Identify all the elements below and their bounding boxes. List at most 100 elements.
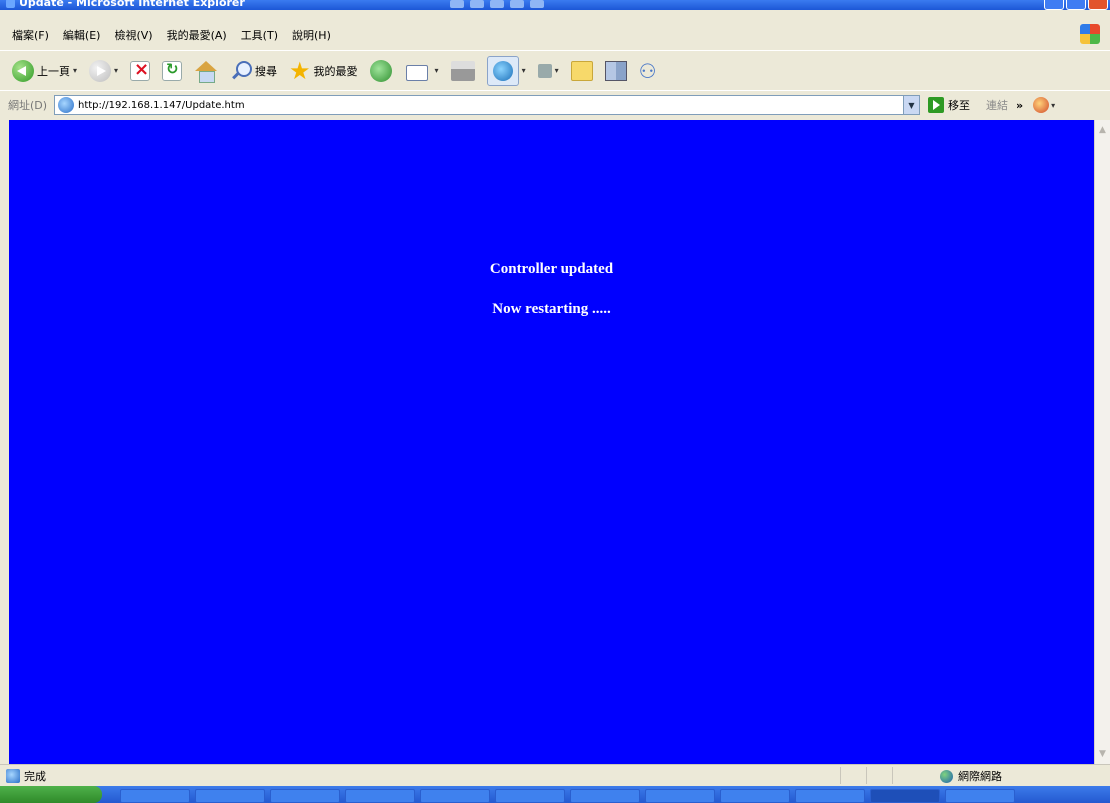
research-button[interactable] bbox=[603, 56, 629, 86]
star-icon: ★ bbox=[289, 56, 311, 85]
quick-launch-item[interactable] bbox=[510, 0, 524, 8]
back-label: 上一頁 bbox=[37, 64, 70, 78]
taskbar-item-active[interactable] bbox=[870, 789, 940, 803]
taskbar-item[interactable] bbox=[720, 789, 790, 803]
status-text: 完成 bbox=[24, 769, 46, 783]
messenger-icon bbox=[492, 60, 513, 81]
messenger-button[interactable]: ▾ bbox=[485, 55, 528, 86]
history-icon bbox=[369, 59, 392, 82]
menu-bar: 檔案(F) 編輯(E) 檢視(V) 我的最愛(A) 工具(T) 說明(H) bbox=[0, 10, 1110, 50]
taskbar-item[interactable] bbox=[270, 789, 340, 803]
menu-favorites[interactable]: 我的最愛(A) bbox=[167, 27, 227, 43]
taskbar-item[interactable] bbox=[195, 789, 265, 803]
zone-label: 網際網路 bbox=[958, 770, 1002, 783]
window-border bbox=[0, 120, 9, 764]
menu-file[interactable]: 檔案(F) bbox=[12, 27, 49, 43]
search-icon bbox=[230, 60, 253, 82]
back-button[interactable]: 上一頁 ▾ bbox=[10, 56, 79, 86]
taskbar-item[interactable] bbox=[420, 789, 490, 803]
tool-button[interactable]: ▾ bbox=[536, 56, 561, 86]
home-icon bbox=[194, 60, 218, 83]
status-pane bbox=[840, 767, 866, 784]
scroll-up-button[interactable]: ▲ bbox=[1095, 122, 1110, 138]
start-button[interactable] bbox=[0, 786, 102, 803]
contacts-button[interactable]: ⚇ bbox=[637, 56, 659, 86]
taskbar-item[interactable] bbox=[495, 789, 565, 803]
status-message-updated: Controller updated bbox=[489, 261, 614, 277]
tool-icon bbox=[537, 63, 552, 78]
chevron-down-icon[interactable]: ▾ bbox=[435, 66, 439, 75]
taskbar bbox=[0, 786, 1110, 803]
mail-icon bbox=[404, 61, 432, 81]
menu-edit[interactable]: 編輯(E) bbox=[63, 27, 101, 43]
address-dropdown-button[interactable]: ▼ bbox=[903, 96, 919, 114]
back-arrow-icon bbox=[12, 59, 34, 82]
links-button[interactable]: 連結 bbox=[986, 97, 1008, 113]
book-icon bbox=[604, 60, 627, 81]
go-arrow-icon bbox=[928, 97, 944, 113]
taskbar-item[interactable] bbox=[345, 789, 415, 803]
vertical-scrollbar[interactable]: ▲ ▼ bbox=[1094, 120, 1110, 764]
quick-launch-item[interactable] bbox=[450, 0, 464, 8]
go-label: 移至 bbox=[948, 99, 970, 112]
forward-button[interactable]: ▾ bbox=[87, 56, 120, 86]
address-bar: 網址(D) http://192.168.1.147/Update.htm ▼ … bbox=[0, 90, 1110, 119]
taskbar-item[interactable] bbox=[945, 789, 1015, 803]
taskbar-item[interactable] bbox=[120, 789, 190, 803]
page-done-icon bbox=[6, 768, 20, 783]
stop-icon bbox=[130, 59, 151, 81]
menu-help[interactable]: 說明(H) bbox=[292, 27, 331, 43]
title-bar: Update - Microsoft Internet Explorer bbox=[0, 0, 1110, 10]
quick-launch-item[interactable] bbox=[470, 0, 484, 8]
print-button[interactable] bbox=[449, 56, 477, 86]
status-pane bbox=[866, 767, 892, 784]
page-content: Controller updated Now restarting ..... bbox=[9, 120, 1094, 764]
note-icon bbox=[570, 60, 593, 81]
chevron-down-icon[interactable]: ▾ bbox=[522, 66, 526, 75]
menu-tools[interactable]: 工具(T) bbox=[241, 27, 278, 43]
chevron-down-icon[interactable]: ▾ bbox=[1051, 101, 1055, 110]
status-bar: 完成 網際網路 bbox=[0, 764, 1110, 786]
forward-arrow-icon bbox=[89, 59, 112, 82]
window-controls bbox=[1044, 0, 1108, 10]
stop-button[interactable] bbox=[128, 56, 152, 86]
ie-logo-icon bbox=[6, 0, 15, 8]
chevron-down-icon[interactable]: ▾ bbox=[73, 66, 77, 75]
minimize-button[interactable] bbox=[1044, 0, 1064, 10]
status-message-restarting: Now restarting ..... bbox=[492, 301, 611, 317]
go-button[interactable]: 移至 bbox=[928, 97, 970, 113]
history-button[interactable] bbox=[368, 56, 394, 86]
address-input[interactable]: http://192.168.1.147/Update.htm ▼ bbox=[54, 95, 920, 115]
taskbar-item[interactable] bbox=[795, 789, 865, 803]
home-button[interactable] bbox=[192, 56, 220, 86]
chevron-down-icon[interactable]: ▾ bbox=[114, 66, 118, 75]
quick-launch-item[interactable] bbox=[530, 0, 544, 8]
refresh-button[interactable] bbox=[160, 56, 184, 86]
chevron-down-icon[interactable]: ▾ bbox=[555, 66, 559, 75]
quick-launch-item[interactable] bbox=[490, 0, 504, 8]
menu-view[interactable]: 檢視(V) bbox=[114, 27, 152, 43]
search-button[interactable]: 搜尋 bbox=[228, 56, 279, 86]
print-icon bbox=[450, 60, 475, 81]
people-icon: ⚇ bbox=[638, 58, 657, 83]
note-button[interactable] bbox=[569, 56, 595, 86]
search-label: 搜尋 bbox=[255, 64, 278, 78]
taskbar-item[interactable] bbox=[570, 789, 640, 803]
windows-logo-icon bbox=[1080, 24, 1100, 44]
scroll-down-button[interactable]: ▼ bbox=[1095, 746, 1110, 762]
favorites-label: 我的最愛 bbox=[313, 64, 358, 78]
address-label: 網址(D) bbox=[8, 99, 48, 112]
favorites-button[interactable]: ★ 我的最愛 bbox=[287, 56, 360, 86]
toolbar: 上一頁 ▾ ▾ 搜尋 ★ 我的最愛 ▾ ▾ ▾ ⚇ bbox=[0, 50, 1110, 90]
extension-icon[interactable] bbox=[1033, 97, 1050, 113]
status-pane bbox=[892, 767, 918, 784]
address-url[interactable]: http://192.168.1.147/Update.htm bbox=[78, 100, 245, 111]
quick-launch bbox=[450, 0, 544, 8]
mail-button[interactable]: ▾ bbox=[402, 56, 441, 86]
security-zone: 網際網路 bbox=[940, 768, 1002, 784]
taskbar-item[interactable] bbox=[645, 789, 715, 803]
close-button[interactable] bbox=[1088, 0, 1108, 10]
window-title: Update - Microsoft Internet Explorer bbox=[6, 0, 245, 9]
links-more-button[interactable]: » bbox=[1016, 99, 1023, 112]
maximize-button[interactable] bbox=[1066, 0, 1086, 10]
